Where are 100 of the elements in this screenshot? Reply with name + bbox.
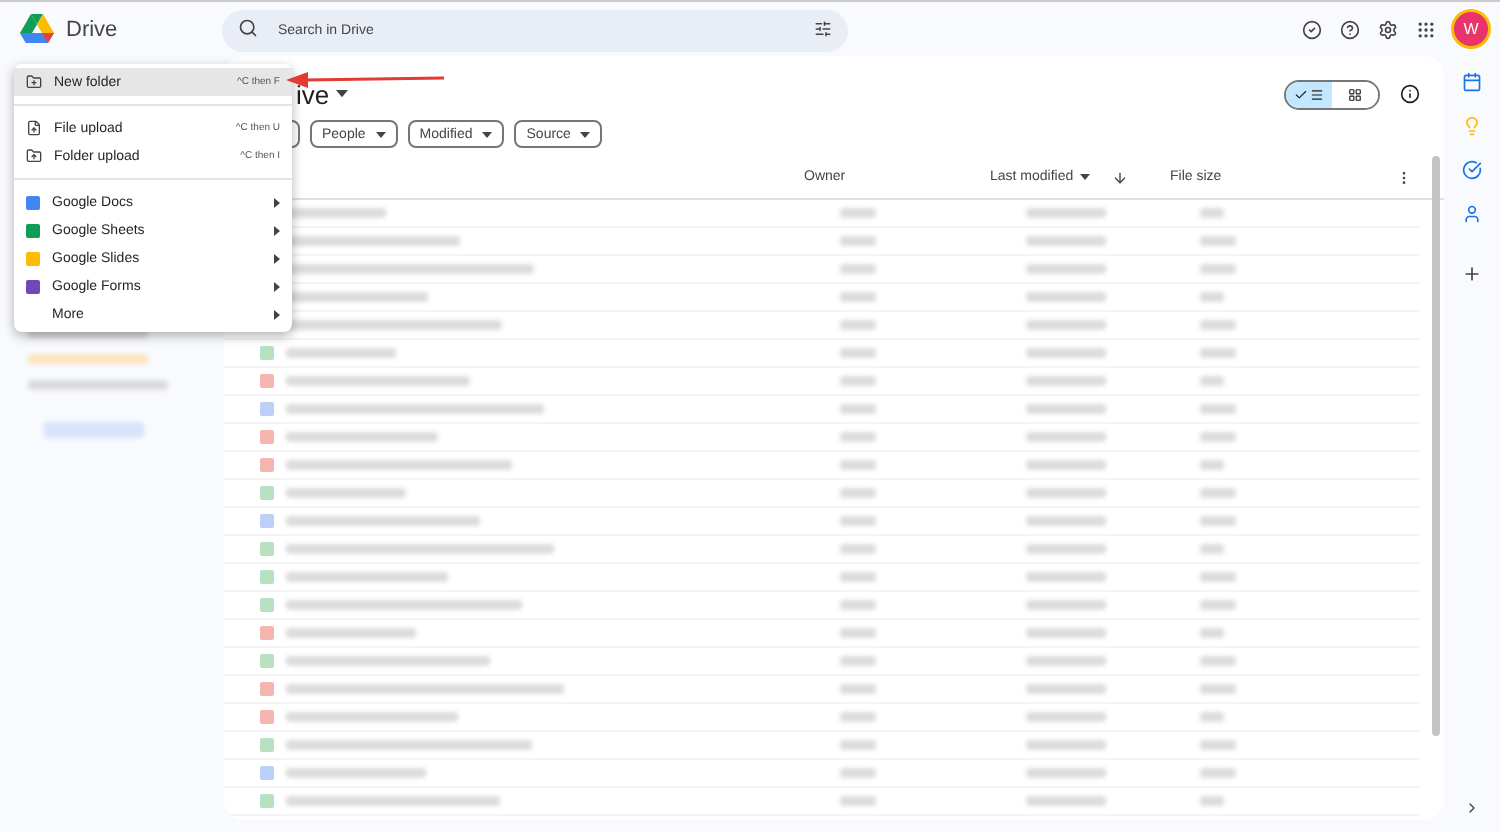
add-icon[interactable]	[1462, 264, 1482, 284]
blurred-text	[1200, 656, 1236, 666]
blurred-text	[840, 516, 876, 526]
blurred-text	[840, 236, 876, 246]
blurred-text	[840, 432, 876, 442]
blurred-text	[1200, 796, 1224, 806]
blurred-text	[1026, 544, 1106, 554]
caret-icon	[580, 131, 591, 137]
blurred-text	[840, 348, 876, 358]
blurred-text	[1026, 432, 1106, 442]
blurred-text	[840, 684, 876, 694]
blurred-text	[1200, 600, 1236, 610]
blurred-text	[1200, 712, 1224, 722]
blurred-text	[1200, 488, 1236, 498]
blurred-text	[1026, 460, 1106, 470]
calendar-icon[interactable]	[1462, 72, 1482, 92]
list-view-tab[interactable]	[1286, 81, 1332, 107]
blurred-text	[840, 600, 876, 610]
blurred-text	[1200, 376, 1224, 386]
blurred-text	[1026, 740, 1106, 750]
expand-chevron-icon[interactable]	[1464, 800, 1480, 816]
blurred-text	[1200, 208, 1224, 218]
folder-plus-icon	[26, 74, 42, 90]
blurred-text	[1200, 460, 1224, 470]
blurred-text	[1200, 628, 1224, 638]
forms-icon	[26, 279, 40, 293]
view-toggle[interactable]	[1284, 79, 1380, 109]
blurred-text	[840, 460, 876, 470]
blurred-text	[1026, 488, 1106, 498]
blurred-text	[1200, 572, 1236, 582]
blurred-text	[840, 208, 876, 218]
blurred-text	[1200, 236, 1236, 246]
blurred-text	[286, 768, 426, 778]
blurred-text	[1026, 264, 1106, 274]
blurred-text	[1200, 292, 1224, 302]
contacts-icon[interactable]	[1462, 204, 1482, 224]
blurred-text	[1026, 516, 1106, 526]
tasks-icon[interactable]	[1462, 160, 1482, 180]
folder-upload-icon	[26, 148, 42, 164]
caret-icon	[335, 90, 348, 98]
help-icon[interactable]	[1340, 19, 1360, 39]
blurred-text	[1200, 768, 1236, 778]
page-title[interactable]: ive	[296, 79, 348, 109]
blurred-text	[1200, 740, 1236, 750]
blurred-text	[1026, 348, 1106, 358]
blurred-text	[840, 544, 876, 554]
app-name: Drive	[66, 17, 118, 41]
filter-sliders-icon[interactable]	[814, 20, 832, 38]
blurred-text	[1026, 572, 1106, 582]
slides-icon	[26, 251, 40, 265]
blurred-text	[1200, 320, 1236, 330]
sheets-icon	[26, 223, 40, 237]
blurred-text	[840, 292, 876, 302]
offline-check-icon[interactable]	[1302, 19, 1322, 39]
caret-icon	[482, 131, 493, 137]
check-icon	[1294, 87, 1308, 101]
blurred-text	[1200, 404, 1236, 414]
caret-icon	[1079, 174, 1090, 180]
blurred-text	[1200, 516, 1236, 526]
scrollbar[interactable]	[1432, 156, 1440, 736]
search-icon	[238, 18, 258, 38]
blurred-text	[840, 404, 876, 414]
blurred-text	[286, 208, 386, 218]
blurred-text	[840, 320, 876, 330]
blurred-text	[840, 768, 876, 778]
blurred-text	[840, 572, 876, 582]
blurred-text	[840, 264, 876, 274]
blurred-text	[286, 348, 396, 358]
blurred-sidebar-item	[28, 354, 148, 364]
blurred-text	[840, 488, 876, 498]
blurred-text	[1200, 432, 1236, 442]
blurred-text	[1026, 712, 1106, 722]
sort-arrow-icon[interactable]	[1112, 169, 1128, 185]
info-icon[interactable]	[1400, 84, 1420, 104]
file-upload-icon	[26, 120, 42, 136]
blurred-text	[1026, 376, 1106, 386]
blurred-text	[840, 740, 876, 750]
blurred-text	[840, 628, 876, 638]
settings-icon[interactable]	[1378, 19, 1398, 39]
blurred-text	[1200, 684, 1236, 694]
grid-icon	[1348, 87, 1362, 101]
account-avatar[interactable]: W	[1454, 12, 1488, 46]
blurred-text	[840, 656, 876, 666]
blurred-text	[1026, 236, 1106, 246]
blurred-sidebar-item	[28, 380, 168, 390]
blurred-text	[1026, 600, 1106, 610]
blurred-text	[1026, 796, 1106, 806]
apps-grid-icon[interactable]	[1416, 19, 1436, 39]
blurred-text	[1200, 348, 1236, 358]
blurred-text	[286, 292, 428, 302]
caret-icon	[375, 131, 386, 137]
blurred-text	[1026, 768, 1106, 778]
blurred-text	[1200, 264, 1236, 274]
blurred-text	[1200, 544, 1224, 554]
blurred-text	[1026, 320, 1106, 330]
blurred-text	[1026, 656, 1106, 666]
blurred-text	[1026, 628, 1106, 638]
blurred-text	[1026, 292, 1106, 302]
docs-icon	[26, 195, 40, 209]
blurred-text	[840, 712, 876, 722]
